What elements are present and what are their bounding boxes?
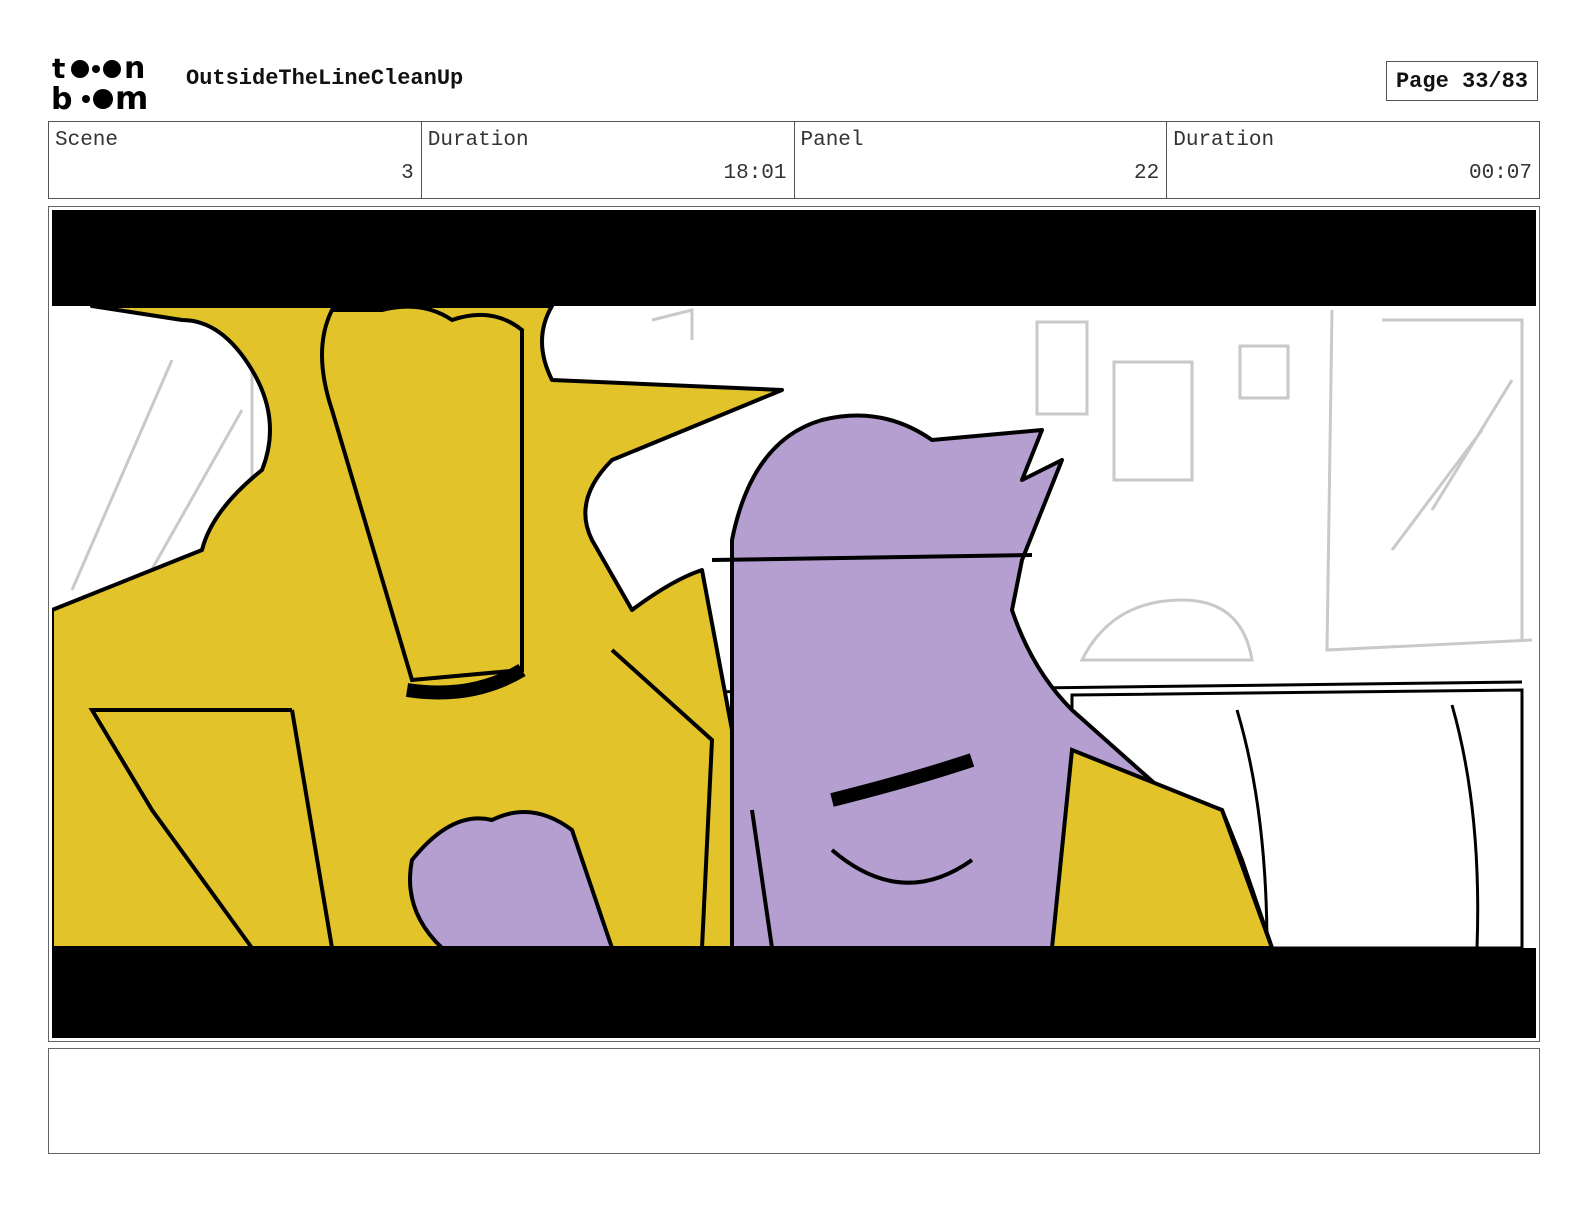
panel-value: 22 (1134, 162, 1160, 185)
scene-label: Scene (55, 129, 119, 152)
panel-duration-cell: Duration 00:07 (1167, 122, 1539, 198)
letterbox-bottom (52, 948, 1536, 1038)
panel-cell: Panel 22 (795, 122, 1168, 198)
svg-text:m: m (115, 79, 148, 112)
page-indicator: Page 33/83 (1386, 61, 1538, 101)
scene-info-table: Scene 3 Duration 18:01 Panel 22 Duration… (48, 121, 1540, 199)
scene-value: 3 (401, 162, 414, 185)
toon-boom-logo: t n b m (52, 52, 148, 112)
scene-cell: Scene 3 (49, 122, 422, 198)
scene-duration-label: Duration (427, 129, 529, 152)
scene-duration-value: 18:01 (723, 162, 787, 185)
panel-frame (48, 206, 1540, 1042)
panel-duration-value: 00:07 (1468, 162, 1532, 185)
panel-artwork (52, 210, 1536, 1038)
scene-duration-cell: Duration 18:01 (422, 122, 795, 198)
panel-notes (48, 1048, 1540, 1154)
letterbox-top (52, 210, 1536, 306)
svg-text:b: b (52, 82, 72, 112)
panel-duration-label: Duration (1173, 129, 1275, 152)
project-title: OutsideTheLineCleanUp (186, 66, 464, 91)
panel-label: Panel (800, 129, 864, 152)
svg-text:t: t (52, 52, 65, 85)
